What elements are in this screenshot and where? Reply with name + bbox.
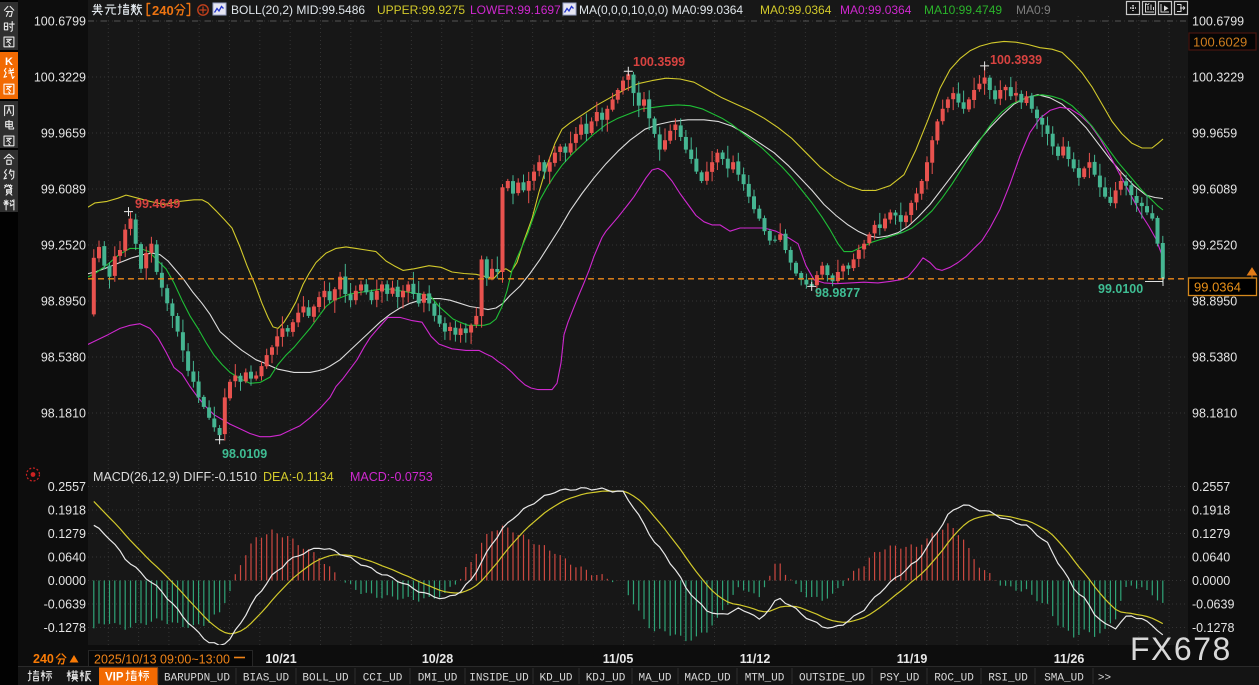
svg-text:MA0:99.0364: MA0:99.0364: [760, 3, 832, 17]
svg-text:-0.1278: -0.1278: [44, 621, 86, 635]
svg-text:10/28: 10/28: [422, 652, 453, 666]
svg-text:DMI_UD: DMI_UD: [418, 673, 458, 685]
svg-text:0.0640: 0.0640: [48, 551, 86, 565]
svg-text:MA0:99.0364: MA0:99.0364: [840, 3, 912, 17]
svg-text:100.3229: 100.3229: [34, 71, 86, 85]
svg-text:RSI_UD: RSI_UD: [988, 673, 1028, 685]
svg-text:VIP: VIP: [105, 672, 124, 684]
svg-text:BIAS_UD: BIAS_UD: [243, 673, 290, 685]
svg-text:100.6799: 100.6799: [1192, 15, 1244, 29]
svg-text:OUTSIDE_UD: OUTSIDE_UD: [799, 673, 865, 685]
svg-text:99.4649: 99.4649: [135, 197, 180, 211]
svg-text:0.1279: 0.1279: [1192, 527, 1230, 541]
svg-text:K: K: [5, 56, 13, 68]
svg-text:98.5380: 98.5380: [1192, 351, 1237, 365]
svg-text:98.8950: 98.8950: [1192, 295, 1237, 309]
svg-text:100.3599: 100.3599: [633, 55, 685, 69]
svg-text:98.9877: 98.9877: [815, 286, 860, 300]
svg-text:MACD(26,12,9) DIFF:-0.1510: MACD(26,12,9) DIFF:-0.1510: [93, 470, 257, 484]
svg-text:99.6089: 99.6089: [41, 183, 86, 197]
svg-text:0.0000: 0.0000: [1192, 574, 1230, 588]
svg-text:100.3939: 100.3939: [990, 53, 1042, 67]
svg-text:10/21: 10/21: [265, 652, 296, 666]
svg-text:-0.0639: -0.0639: [1192, 598, 1234, 612]
svg-text:BOLL_UD: BOLL_UD: [302, 673, 349, 685]
svg-text:99.9659: 99.9659: [41, 127, 86, 141]
svg-text:FX678: FX678: [1130, 631, 1232, 667]
svg-text:98.1810: 98.1810: [1192, 407, 1237, 421]
svg-text:KDJ_UD: KDJ_UD: [586, 673, 626, 685]
svg-text:0.0640: 0.0640: [1192, 551, 1230, 565]
svg-text:0.1279: 0.1279: [48, 527, 86, 541]
svg-text:MACD_UD: MACD_UD: [684, 673, 731, 685]
svg-text:99.0100: 99.0100: [1098, 282, 1143, 296]
svg-text:0.2557: 0.2557: [1192, 480, 1230, 494]
svg-text:UPPER:99.9275: UPPER:99.9275: [377, 3, 465, 17]
svg-text:>>: >>: [1098, 673, 1111, 685]
svg-text:MTM_UD: MTM_UD: [745, 673, 785, 685]
svg-text:PSY_UD: PSY_UD: [880, 673, 920, 685]
svg-text:LOWER:99.1697: LOWER:99.1697: [470, 3, 561, 17]
svg-text:0.1918: 0.1918: [48, 504, 86, 518]
svg-text:11/12: 11/12: [740, 652, 771, 666]
svg-text:MA_UD: MA_UD: [638, 673, 671, 685]
svg-text:240: 240: [152, 3, 174, 18]
svg-text:BOLL(20,2) MID:99.5486: BOLL(20,2) MID:99.5486: [231, 3, 365, 17]
svg-text:SMA_UD: SMA_UD: [1044, 673, 1084, 685]
svg-text:100.3229: 100.3229: [1192, 71, 1244, 85]
svg-text:98.1810: 98.1810: [41, 407, 86, 421]
svg-text:98.0109: 98.0109: [222, 447, 267, 461]
svg-text:100.6029: 100.6029: [1193, 35, 1247, 50]
svg-text:11/19: 11/19: [897, 652, 928, 666]
svg-text:100.6799: 100.6799: [34, 15, 86, 29]
svg-text:MA10:99.4749: MA10:99.4749: [924, 3, 1002, 17]
svg-text:0.2557: 0.2557: [48, 480, 86, 494]
svg-text:240: 240: [33, 652, 54, 666]
svg-text:DEA:-0.1134: DEA:-0.1134: [263, 470, 334, 484]
svg-text:MACD:-0.0753: MACD:-0.0753: [350, 470, 433, 484]
svg-text:98.5380: 98.5380: [41, 351, 86, 365]
svg-text:-0.0639: -0.0639: [44, 598, 86, 612]
svg-text:CCI_UD: CCI_UD: [363, 673, 403, 685]
svg-text:0.1918: 0.1918: [1192, 504, 1230, 518]
svg-text:0.0000: 0.0000: [48, 574, 86, 588]
svg-text:11/05: 11/05: [603, 652, 634, 666]
svg-text:99.2520: 99.2520: [41, 239, 86, 253]
svg-text:MA0:9: MA0:9: [1016, 3, 1051, 17]
svg-text:INSIDE_UD: INSIDE_UD: [469, 673, 529, 685]
svg-text:BARUPDN_UD: BARUPDN_UD: [164, 673, 230, 685]
svg-text:ROC_UD: ROC_UD: [934, 673, 974, 685]
svg-text:98.8950: 98.8950: [41, 295, 86, 309]
svg-text:11/26: 11/26: [1054, 652, 1085, 666]
svg-text:99.2520: 99.2520: [1192, 239, 1237, 253]
svg-text:MA(0,0,0,10,0,0) MA0:99.0364: MA(0,0,0,10,0,0) MA0:99.0364: [579, 3, 743, 17]
svg-text:KD_UD: KD_UD: [539, 673, 572, 685]
svg-text:99.9659: 99.9659: [1192, 127, 1237, 141]
svg-text:99.0364: 99.0364: [1194, 280, 1241, 295]
svg-text:2025/10/13 09:00~13:00: 2025/10/13 09:00~13:00: [94, 653, 230, 667]
svg-text:99.6089: 99.6089: [1192, 183, 1237, 197]
